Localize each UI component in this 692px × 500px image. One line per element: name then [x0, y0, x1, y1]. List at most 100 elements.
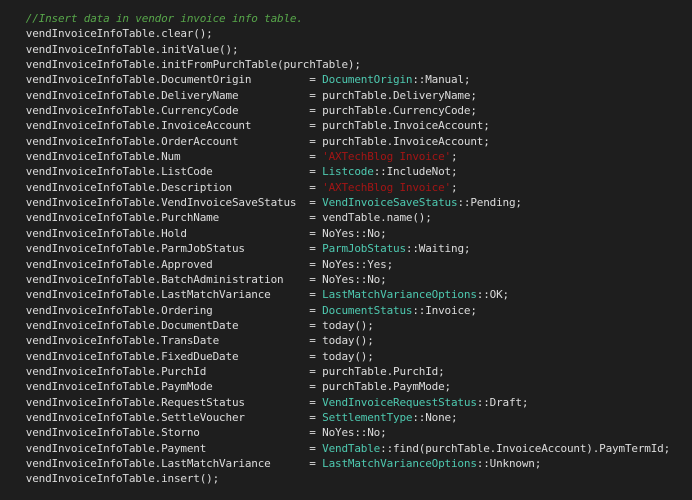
code-line[interactable]: vendInvoiceInfoTable.ParmJobStatus = Par…: [0, 241, 670, 256]
code-line[interactable]: vendInvoiceInfoTable.InvoiceAccount = pu…: [0, 118, 670, 133]
code-token-plain: vendInvoiceInfoTable.PaymMode = purchTab…: [25, 380, 451, 394]
code-token-plain: ;: [451, 150, 458, 164]
code-token-plain: ::Unknown;: [476, 456, 542, 470]
code-token-plain: vendInvoiceInfoTable.Ordering =: [25, 303, 323, 317]
code-token-plain: vendInvoiceInfoTable.LastMatchVariance =: [25, 288, 323, 302]
code-token-type: Listcode: [322, 165, 374, 179]
code-line[interactable]: //Insert data in vendor invoice info tab…: [0, 11, 670, 26]
code-line[interactable]: vendInvoiceInfoTable.RequestStatus = Ven…: [0, 395, 670, 410]
code-token-type: DocumentStatus: [322, 303, 413, 317]
code-token-type: DocumentOrigin: [322, 73, 413, 87]
code-token-plain: vendInvoiceInfoTable.LastMatchVariance =: [25, 456, 323, 470]
code-token-plain: vendInvoiceInfoTable.DocumentOrigin =: [25, 73, 323, 87]
code-token-plain: ::OK;: [476, 288, 509, 302]
code-line[interactable]: vendInvoiceInfoTable.initValue();: [0, 42, 670, 57]
code-line[interactable]: vendInvoiceInfoTable.BatchAdministration…: [0, 272, 670, 287]
code-token-plain: vendInvoiceInfoTable.TransDate = today()…: [25, 334, 374, 348]
code-token-plain: vendInvoiceInfoTable.insert();: [25, 472, 220, 486]
code-line[interactable]: vendInvoiceInfoTable.Hold = NoYes::No;: [0, 226, 670, 241]
code-line[interactable]: vendInvoiceInfoTable.Storno = NoYes::No;: [0, 425, 670, 440]
code-token-plain: vendInvoiceInfoTable.clear();: [25, 27, 213, 41]
code-line[interactable]: vendInvoiceInfoTable.SettleVoucher = Set…: [0, 410, 670, 425]
code-line[interactable]: vendInvoiceInfoTable.Approved = NoYes::Y…: [0, 257, 670, 272]
code-line[interactable]: vendInvoiceInfoTable.DocumentDate = toda…: [0, 318, 670, 333]
code-token-comment: //Insert data in vendor invoice info tab…: [25, 12, 303, 25]
code-token-plain: vendInvoiceInfoTable.ListCode =: [25, 165, 323, 179]
code-token-plain: ::Invoice;: [412, 303, 477, 317]
code-line[interactable]: vendInvoiceInfoTable.ListCode = Listcode…: [0, 164, 670, 179]
code-token-plain: vendInvoiceInfoTable.initValue();: [25, 42, 239, 56]
code-token-type: VendTable: [322, 441, 381, 455]
code-line[interactable]: vendInvoiceInfoTable.DocumentOrigin = Do…: [0, 72, 670, 87]
code-line[interactable]: vendInvoiceInfoTable.CurrencyCode = purc…: [0, 103, 670, 118]
code-line[interactable]: vendInvoiceInfoTable.DeliveryName = purc…: [0, 88, 670, 103]
code-token-plain: vendInvoiceInfoTable.DocumentDate = toda…: [25, 318, 374, 332]
code-token-type: VendInvoiceRequestStatus: [322, 395, 477, 409]
code-line[interactable]: vendInvoiceInfoTable.LastMatchVariance =…: [0, 287, 670, 302]
code-line[interactable]: vendInvoiceInfoTable.LastMatchVariance =…: [0, 456, 670, 471]
code-line[interactable]: vendInvoiceInfoTable.PurchId = purchTabl…: [0, 364, 670, 379]
code-line[interactable]: vendInvoiceInfoTable.PaymMode = purchTab…: [0, 379, 670, 394]
code-line[interactable]: vendInvoiceInfoTable.PurchName = vendTab…: [0, 210, 670, 225]
code-line[interactable]: vendInvoiceInfoTable.clear();: [0, 26, 670, 41]
code-token-plain: ::Pending;: [457, 196, 522, 210]
code-token-plain: vendInvoiceInfoTable.VendInvoiceSaveStat…: [25, 196, 323, 210]
code-token-plain: ::Manual;: [412, 73, 471, 87]
code-line[interactable]: vendInvoiceInfoTable.Num = 'AXTechBlog I…: [0, 149, 670, 164]
code-token-plain: ::IncludeNot;: [373, 165, 458, 179]
code-line[interactable]: vendInvoiceInfoTable.initFromPurchTable(…: [0, 57, 670, 72]
code-line[interactable]: vendInvoiceInfoTable.Description = 'AXTe…: [0, 180, 670, 195]
code-line[interactable]: vendInvoiceInfoTable.insert();: [0, 471, 670, 486]
code-token-string: 'AXTechBlog Invoice': [322, 150, 451, 164]
code-token-plain: ::find(purchTable.InvoiceAccount).PaymTe…: [380, 441, 671, 455]
code-token-plain: ::None;: [412, 410, 458, 424]
code-token-type: VendInvoiceSaveStatus: [322, 196, 458, 210]
code-token-plain: ;: [451, 180, 458, 194]
code-token-plain: vendInvoiceInfoTable.Description =: [25, 180, 323, 194]
code-token-plain: ::Draft;: [476, 395, 529, 409]
code-line[interactable]: vendInvoiceInfoTable.VendInvoiceSaveStat…: [0, 195, 670, 210]
code-line[interactable]: vendInvoiceInfoTable.OrderAccount = purc…: [0, 134, 670, 149]
code-area[interactable]: //Insert data in vendor invoice info tab…: [0, 11, 670, 487]
code-token-string: 'AXTechBlog Invoice': [322, 180, 451, 194]
code-token-plain: vendInvoiceInfoTable.PurchId = purchTabl…: [25, 364, 445, 378]
code-token-plain: vendInvoiceInfoTable.Payment =: [25, 441, 323, 455]
code-token-plain: vendInvoiceInfoTable.BatchAdministration…: [25, 272, 387, 286]
code-token-plain: ::Waiting;: [405, 242, 471, 256]
code-line[interactable]: vendInvoiceInfoTable.Payment = VendTable…: [0, 441, 670, 456]
code-line[interactable]: vendInvoiceInfoTable.TransDate = today()…: [0, 333, 670, 348]
code-token-type: ParmJobStatus: [322, 242, 406, 256]
code-token-plain: vendInvoiceInfoTable.PurchName = vendTab…: [25, 211, 432, 225]
code-token-type: LastMatchVarianceOptions: [322, 456, 477, 470]
code-line[interactable]: vendInvoiceInfoTable.FixedDueDate = toda…: [0, 349, 670, 364]
code-line[interactable]: vendInvoiceInfoTable.Ordering = Document…: [0, 303, 670, 318]
code-editor[interactable]: //Insert data in vendor invoice info tab…: [0, 0, 692, 500]
code-token-plain: vendInvoiceInfoTable.FixedDueDate = toda…: [25, 349, 374, 363]
code-token-plain: vendInvoiceInfoTable.CurrencyCode = purc…: [25, 104, 477, 118]
